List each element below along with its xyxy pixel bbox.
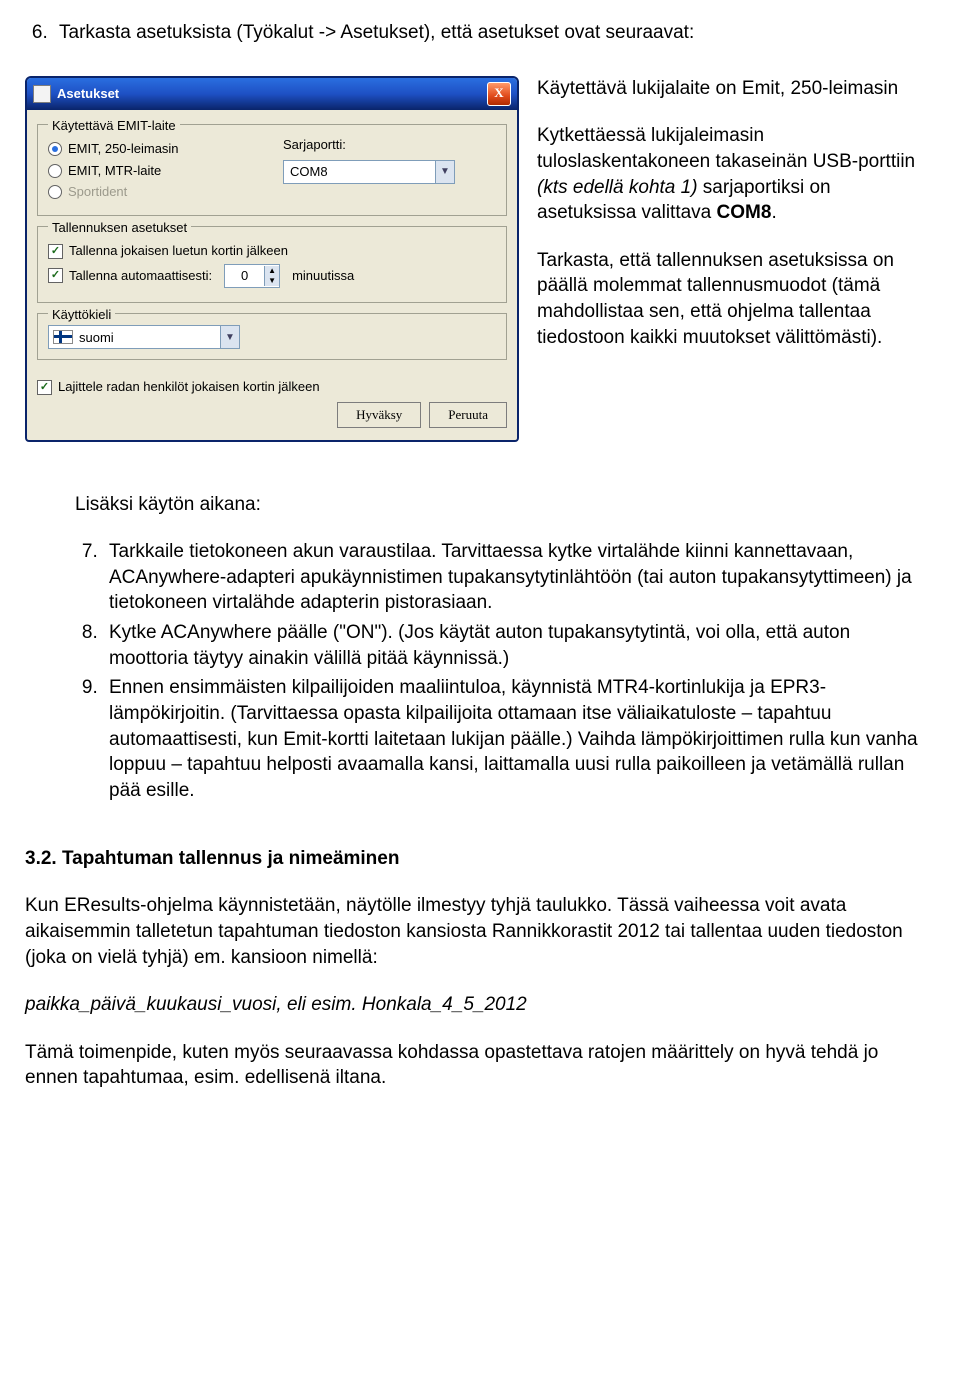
chk-save-each-card[interactable]: Tallenna jokaisen luetun kortin jälkeen (48, 242, 496, 260)
chevron-up-icon[interactable]: ▲ (264, 266, 279, 276)
flag-fi-icon (53, 330, 73, 344)
autosave-minutes-spin[interactable]: 0 ▲ ▼ (224, 264, 280, 288)
dialog-and-description-row: Asetukset X Käytettävä EMIT-laite EMIT, … (25, 76, 935, 442)
checkbox-icon (48, 268, 63, 283)
additional-intro: Lisäksi käytön aikana: (75, 492, 925, 518)
app-icon (33, 85, 51, 103)
dialog-title: Asetukset (57, 85, 119, 103)
spin-suffix: minuutissa (292, 267, 354, 285)
emit-legend: Käytettävä EMIT-laite (48, 117, 180, 135)
section-3-2-heading: 3.2. Tapahtuman tallennus ja nimeäminen (25, 846, 935, 872)
doc-step-list: Tarkasta asetuksista (Työkalut -> Asetuk… (25, 20, 935, 46)
side-description: Käytettävä lukijalaite on Emit, 250-leim… (537, 76, 935, 373)
step-7: Tarkkaile tietokoneen akun varaustilaa. … (103, 539, 925, 616)
language-legend: Käyttökieli (48, 306, 115, 324)
radio-label: EMIT, MTR-laite (68, 162, 161, 180)
dialog-buttons: Hyväksy Peruuta (37, 402, 507, 428)
language-value: suomi (79, 329, 114, 347)
section-3-2-p3: Tämä toimenpide, kuten myös seuraavassa … (25, 1040, 935, 1091)
step-9: Ennen ensimmäisten kilpailijoiden maalii… (103, 675, 925, 803)
save-settings-fieldset: Tallennuksen asetukset Tallenna jokaisen… (37, 226, 507, 303)
radio-label: Sportident (68, 183, 127, 201)
cancel-button[interactable]: Peruuta (429, 402, 507, 428)
serial-port-value: COM8 (284, 163, 435, 181)
radio-emit-mtr[interactable]: EMIT, MTR-laite (48, 162, 261, 180)
checkbox-icon (37, 380, 52, 395)
chk-label: Lajittele radan henkilöt jokaisen kortin… (58, 378, 320, 396)
dialog-titlebar[interactable]: Asetukset X (27, 78, 517, 110)
chevron-down-icon: ▼ (435, 161, 454, 183)
radio-icon (48, 185, 62, 199)
dialog-body: Käytettävä EMIT-laite EMIT, 250-leimasin… (27, 110, 517, 440)
chk-label: Tallenna automaattisesti: (69, 267, 212, 285)
chevron-down-icon[interactable]: ▼ (264, 276, 279, 286)
settings-dialog: Asetukset X Käytettävä EMIT-laite EMIT, … (25, 76, 519, 442)
ok-button[interactable]: Hyväksy (337, 402, 421, 428)
close-icon[interactable]: X (487, 82, 511, 106)
radio-icon (48, 142, 62, 156)
chevron-down-icon: ▼ (220, 326, 239, 348)
step-8: Kytke ACAnywhere päälle ("ON"). (Jos käy… (103, 620, 925, 671)
language-combo[interactable]: suomi ▼ (48, 325, 240, 349)
side-p3: Tarkasta, että tallennuksen asetuksissa … (537, 248, 935, 351)
radio-emit-250[interactable]: EMIT, 250-leimasin (48, 140, 261, 158)
step-6-text: Tarkasta asetuksista (Työkalut -> Asetuk… (59, 22, 694, 43)
side-p2: Kytkettäessä lukijaleimasin tuloslaskent… (537, 123, 935, 226)
section-3-2-example: paikka_päivä_kuukausi_vuosi, eli esim. H… (25, 992, 935, 1018)
serial-port-label: Sarjaportti: (283, 136, 496, 154)
emit-radios: EMIT, 250-leimasin EMIT, MTR-laite Sport… (48, 136, 261, 205)
chk-label: Tallenna jokaisen luetun kortin jälkeen (69, 242, 288, 260)
radio-icon (48, 164, 62, 178)
chk-sort-after-card[interactable]: Lajittele radan henkilöt jokaisen kortin… (37, 378, 507, 396)
radio-sportident[interactable]: Sportident (48, 183, 261, 201)
radio-label: EMIT, 250-leimasin (68, 140, 179, 158)
additional-steps-list: Tarkkaile tietokoneen akun varaustilaa. … (75, 539, 925, 803)
additional-steps: Lisäksi käytön aikana: Tarkkaile tietoko… (75, 492, 925, 804)
side-p1: Käytettävä lukijalaite on Emit, 250-leim… (537, 76, 935, 102)
language-fieldset: Käyttökieli suomi ▼ (37, 313, 507, 361)
section-3-2-p1: Kun EResults-ohjelma käynnistetään, näyt… (25, 893, 935, 970)
serial-port-col: Sarjaportti: COM8 ▼ (283, 136, 496, 205)
step-6: Tarkasta asetuksista (Työkalut -> Asetuk… (53, 20, 935, 46)
emit-device-fieldset: Käytettävä EMIT-laite EMIT, 250-leimasin… (37, 124, 507, 216)
spin-value: 0 (225, 267, 264, 285)
serial-port-combo[interactable]: COM8 ▼ (283, 160, 455, 184)
save-legend: Tallennuksen asetukset (48, 219, 191, 237)
checkbox-icon (48, 244, 63, 259)
chk-autosave[interactable]: Tallenna automaattisesti: 0 ▲ ▼ minuutis… (48, 264, 496, 288)
